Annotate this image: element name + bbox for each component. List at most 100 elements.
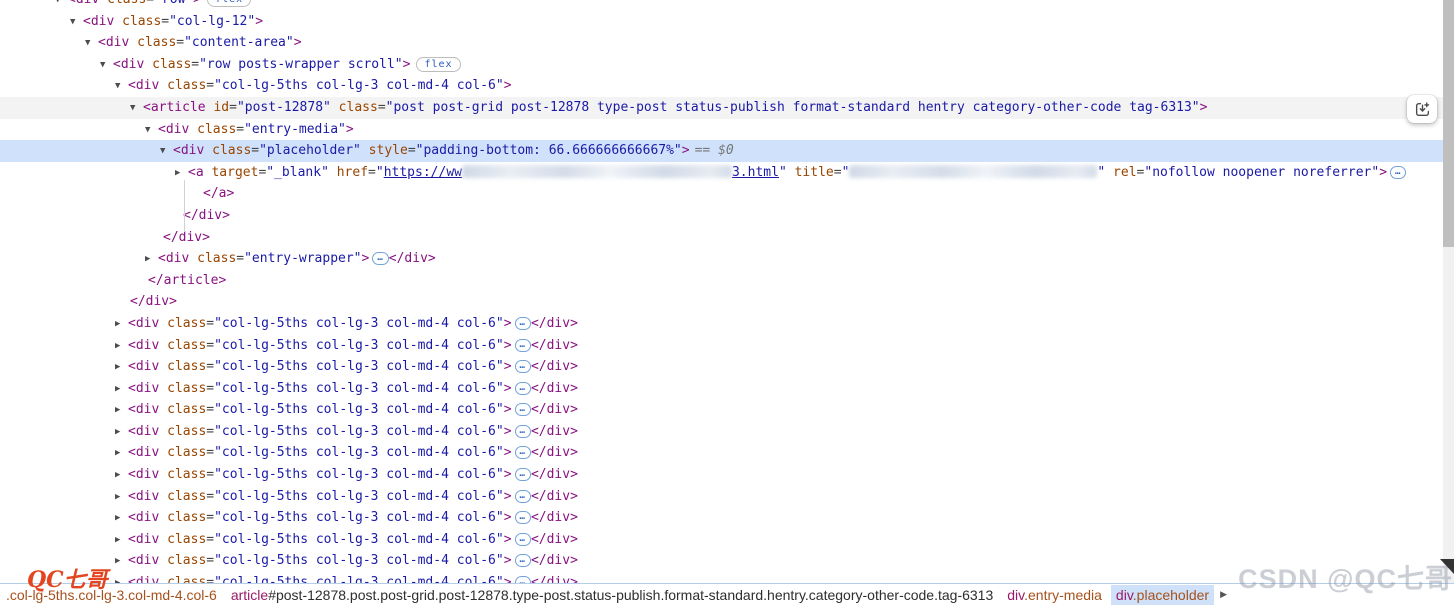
expander-right-icon[interactable]: ▶	[175, 163, 188, 185]
dom-tree-row[interactable]: ▶<div class="col-lg-5ths col-lg-3 col-md…	[0, 335, 1443, 357]
dom-tree-row[interactable]: ▶<div class="col-lg-5ths col-lg-3 col-md…	[0, 550, 1443, 572]
inline-expand-button[interactable]: …	[515, 533, 531, 546]
expander-down-icon[interactable]: ▼	[115, 76, 128, 98]
attr-name-token: class	[189, 122, 236, 137]
dom-tree-row[interactable]: ▶<div class="col-lg-5ths col-lg-3 col-md…	[0, 507, 1443, 529]
dom-tree-row[interactable]: ▶<div class="col-lg-5ths col-lg-3 col-md…	[0, 442, 1443, 464]
attr-name-token: rel	[1105, 165, 1136, 180]
flex-badge[interactable]: flex	[416, 57, 460, 72]
dom-tree-row[interactable]: ▶<div class="col-lg-5ths col-lg-3 col-md…	[0, 464, 1443, 486]
dom-tree-row[interactable]: </div>	[0, 227, 1443, 249]
dom-tree-row[interactable]: ▼<div class="content-area">	[0, 32, 1443, 54]
expander-right-icon[interactable]: ▶	[115, 465, 128, 487]
inline-expand-button[interactable]: …	[515, 360, 531, 373]
closing-tag-token: </div>	[130, 294, 177, 309]
dom-tree-row[interactable]: ▼<div class="col-lg-12">	[0, 11, 1443, 33]
inline-expand-button[interactable]: …	[515, 554, 531, 567]
inline-expand-button[interactable]: …	[1390, 166, 1406, 179]
inline-expand-button[interactable]: …	[515, 490, 531, 503]
dom-tree-row[interactable]: ▼<div class="col-lg-5ths col-lg-3 col-md…	[0, 75, 1443, 97]
expander-right-icon[interactable]: ▶	[115, 379, 128, 401]
expander-right-icon[interactable]: ▶	[115, 357, 128, 379]
inline-expand-button[interactable]: …	[372, 252, 388, 265]
dom-tree-row[interactable]: ▶<div class="col-lg-5ths col-lg-3 col-md…	[0, 399, 1443, 421]
attr-value-token: "col-lg-5ths col-lg-3 col-md-4 col-6"	[214, 553, 504, 568]
inline-expand-button[interactable]: …	[515, 425, 531, 438]
attribute-link[interactable]: 3.html	[732, 165, 779, 180]
flex-badge[interactable]: flex	[207, 0, 251, 7]
attribute-link[interactable]: https://ww	[384, 165, 462, 180]
equals-token: =	[206, 445, 214, 460]
expander-right-icon[interactable]: ▶	[145, 249, 158, 271]
inline-expand-button[interactable]: …	[515, 446, 531, 459]
inline-expand-button[interactable]: …	[515, 317, 531, 330]
breadcrumb-part: #post-12878.post.post-grid.post-12878.ty…	[268, 587, 993, 603]
equals-token: =	[176, 35, 184, 50]
dom-tree-row[interactable]: ▶<div class="col-lg-5ths col-lg-3 col-md…	[0, 572, 1443, 583]
dom-tree-row[interactable]: ▶<div class="entry-wrapper">…</div>	[0, 248, 1443, 270]
inline-expand-button[interactable]: …	[515, 339, 531, 352]
vertical-scrollbar-thumb[interactable]	[1443, 0, 1454, 247]
closing-tag-token: </div>	[531, 381, 578, 396]
expander-down-icon[interactable]: ▼	[85, 33, 98, 55]
dom-tree-row[interactable]: ▶<div class="col-lg-5ths col-lg-3 col-md…	[0, 313, 1443, 335]
expander-right-icon[interactable]: ▶	[115, 400, 128, 422]
dom-tree-row[interactable]: ▶<div class="col-lg-5ths col-lg-3 col-md…	[0, 378, 1443, 400]
dom-tree-row[interactable]: ▶<div class="col-lg-5ths col-lg-3 col-md…	[0, 529, 1443, 551]
node-action-button[interactable]	[1407, 95, 1437, 123]
dom-tree-row[interactable]: </article>	[0, 270, 1443, 292]
closing-tag-token: </div>	[183, 208, 230, 223]
expander-down-icon[interactable]: ▼	[70, 12, 83, 34]
breadcrumb-item[interactable]: article#post-12878.post.post-grid.post-1…	[226, 585, 998, 605]
dom-tree-row[interactable]: ▼<article id="post-12878" class="post po…	[0, 97, 1443, 119]
expander-right-icon[interactable]: ▶	[115, 508, 128, 530]
breadcrumb-bar: .col-lg-5ths.col-lg-3.col-md-4.col-6arti…	[0, 583, 1454, 605]
inline-expand-button[interactable]: …	[515, 468, 531, 481]
expander-right-icon[interactable]: ▶	[115, 530, 128, 552]
expander-right-icon[interactable]: ▶	[115, 336, 128, 358]
attr-name-token: class	[159, 510, 206, 525]
inline-expand-button[interactable]: …	[515, 511, 531, 524]
equals-token: =	[206, 359, 214, 374]
attr-name-token: style	[361, 143, 408, 158]
inline-expand-button[interactable]: …	[515, 403, 531, 416]
breadcrumb-list: .col-lg-5ths.col-lg-3.col-md-4.col-6arti…	[1, 585, 1218, 605]
attr-name-token: class	[204, 143, 251, 158]
dom-tree-row[interactable]: ▼<div class="row">flex	[0, 0, 1443, 11]
dom-tree-row[interactable]: ▶<a target="_blank" href="https://ww3.ht…	[0, 162, 1443, 184]
dom-tree-row[interactable]: ▶<div class="col-lg-5ths col-lg-3 col-md…	[0, 486, 1443, 508]
dom-tree-row[interactable]: ▶<div class="col-lg-5ths col-lg-3 col-md…	[0, 356, 1443, 378]
tag-token: <div	[83, 14, 114, 29]
attr-value-token: "row posts-wrapper scroll"	[199, 57, 403, 72]
dom-tree-row[interactable]: </a>	[0, 183, 1443, 205]
breadcrumb-overflow-icon[interactable]: ▶	[1220, 589, 1227, 600]
tag-token: >	[504, 402, 512, 417]
dom-tree-row[interactable]: ▼<div class="row posts-wrapper scroll">f…	[0, 54, 1443, 76]
breadcrumb-item-selected[interactable]: div.placeholder	[1111, 585, 1214, 605]
expander-right-icon[interactable]: ▶	[115, 422, 128, 444]
closing-tag-token: </div>	[531, 424, 578, 439]
dom-tree-row[interactable]: ▼<div class="entry-media">	[0, 119, 1443, 141]
tag-token: <article	[143, 100, 206, 115]
dom-tree-row[interactable]: ▶<div class="col-lg-5ths col-lg-3 col-md…	[0, 421, 1443, 443]
expander-right-icon[interactable]: ▶	[115, 551, 128, 573]
dom-tree-row[interactable]: </div>	[0, 205, 1443, 227]
expander-down-icon[interactable]: ▼	[55, 0, 68, 12]
expander-down-icon[interactable]: ▼	[130, 98, 143, 120]
dom-tree-row[interactable]: ▼<div class="placeholder" style="padding…	[0, 140, 1443, 162]
expander-down-icon[interactable]: ▼	[160, 141, 173, 163]
inline-expand-button[interactable]: …	[515, 576, 531, 583]
inline-expand-button[interactable]: …	[515, 382, 531, 395]
tag-token: <div	[128, 316, 159, 331]
expander-down-icon[interactable]: ▼	[145, 120, 158, 142]
breadcrumb-item[interactable]: div.entry-media	[1002, 585, 1107, 605]
expander-right-icon[interactable]: ▶	[115, 443, 128, 465]
expander-right-icon[interactable]: ▶	[115, 573, 128, 583]
expander-right-icon[interactable]: ▶	[115, 487, 128, 509]
breadcrumb-part: .placeholder	[1133, 587, 1209, 603]
expander-down-icon[interactable]: ▼	[100, 55, 113, 77]
tag-token: <div	[113, 57, 144, 72]
expander-right-icon[interactable]: ▶	[115, 314, 128, 336]
dom-tree-row[interactable]: </div>	[0, 291, 1443, 313]
attr-value-token: "content-area"	[184, 35, 294, 50]
